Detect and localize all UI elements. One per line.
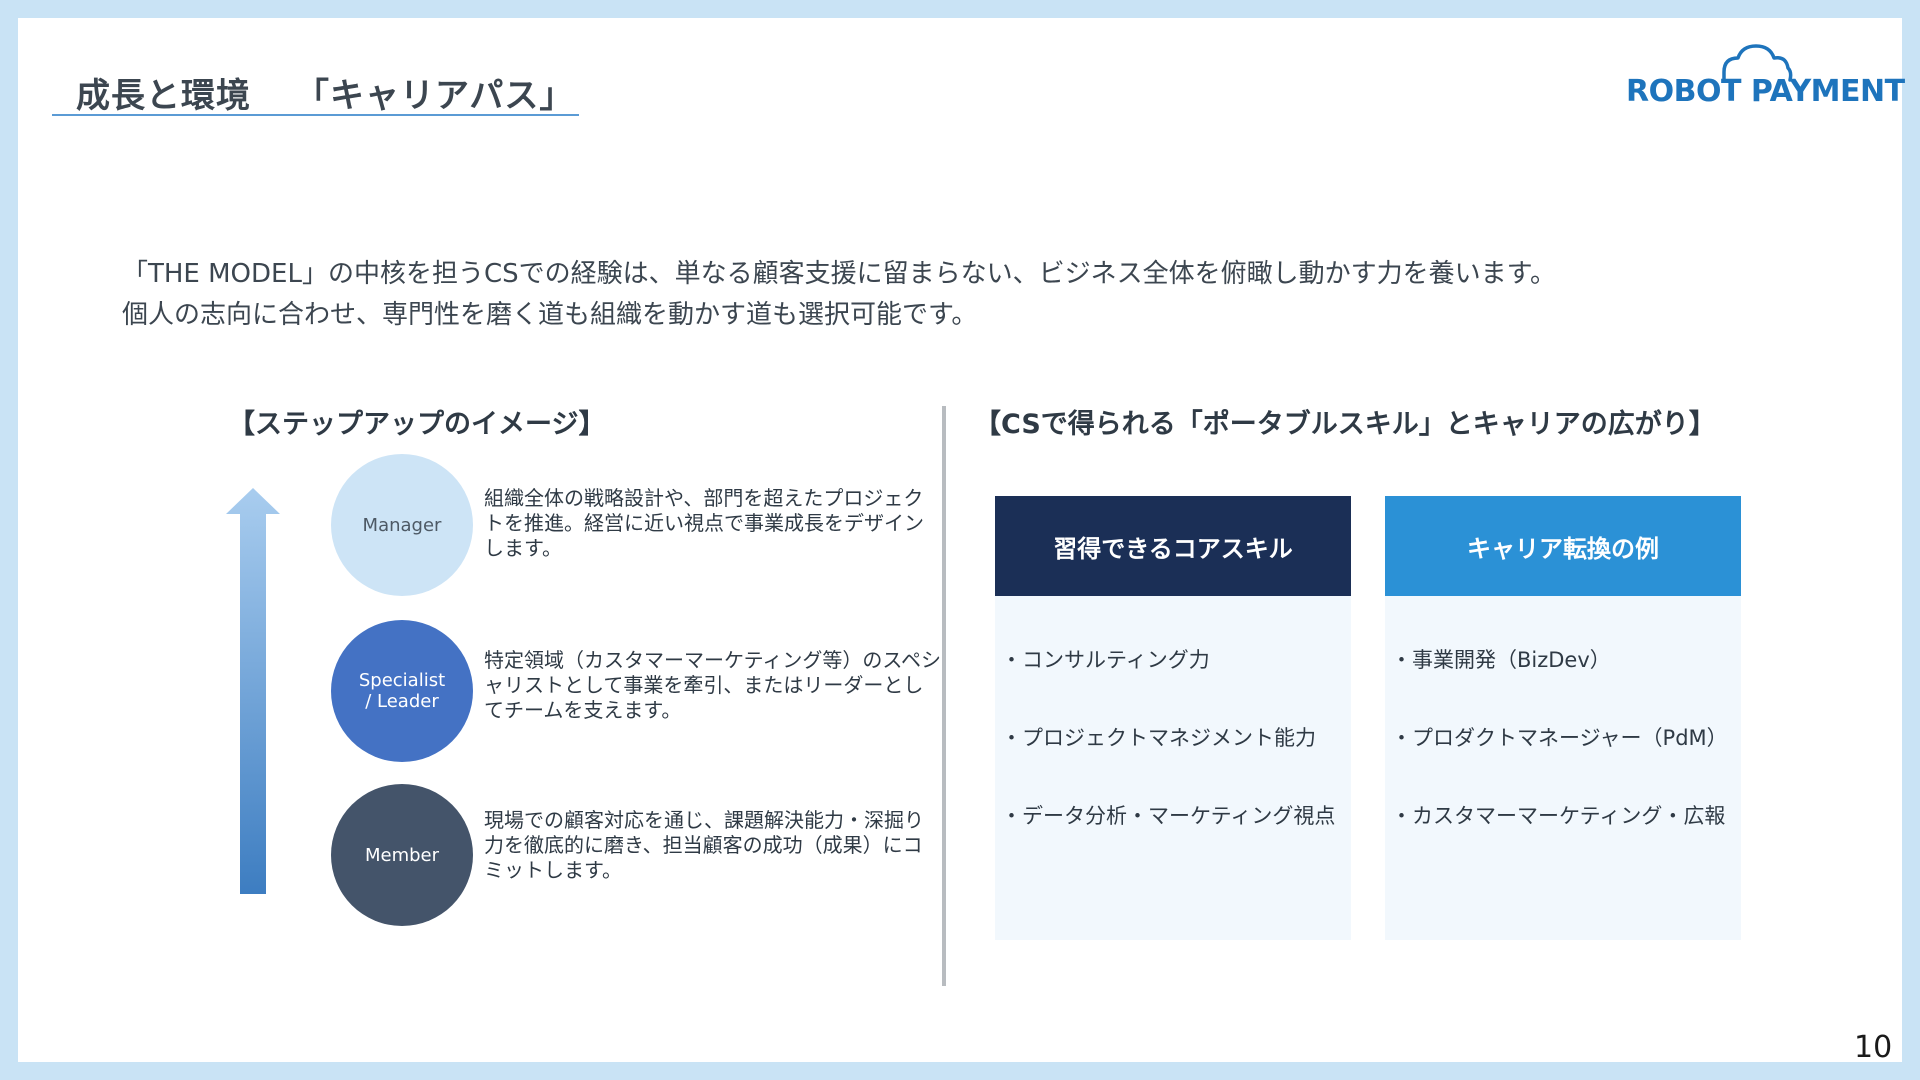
level-specialist-circle: Specialist / Leader [331,620,473,762]
level-member-circle: Member [331,784,473,926]
portable-skill-title: 【CSで得られる「ポータブルスキル」とキャリアの広がり】 [974,409,1716,440]
level-specialist-description: 特定領域（カスタマーマーケティング等）のスペシャリストとして事業を牽引、またはリ… [484,648,941,722]
core-skills-panel: 習得できるコアスキル ・コンサルティング力 ・プロジェクトマネジメント能力 ・デ… [995,496,1351,940]
career-change-header: キャリア転換の例 [1385,496,1741,596]
list-item: ・事業開発（BizDev） [1391,648,1611,672]
page-title-sub: 「キャリアパス」 [295,76,575,116]
list-item: ・コンサルティング力 [1001,648,1210,672]
core-skills-list: ・コンサルティング力 ・プロジェクトマネジメント能力 ・データ分析・マーケティン… [995,596,1351,880]
list-item: ・プロジェクトマネジメント能力 [1001,726,1316,750]
level-manager-circle: Manager [331,454,473,596]
intro-line-1: 「THE MODEL」の中核を担うCSでの経験は、単なる顧客支援に留まらない、ビ… [122,259,1557,289]
career-change-panel: キャリア転換の例 ・事業開発（BizDev） ・プロダクトマネージャー（PdM）… [1385,496,1741,940]
intro-line-2: 個人の志向に合わせ、専門性を磨く道も組織を動かす道も選択可能です。 [122,300,978,330]
core-skills-header: 習得できるコアスキル [995,496,1351,596]
step-up-title: 【ステップアップのイメージ】 [228,409,606,440]
level-member-description: 現場での顧客対応を通じ、課題解決能力・深掘り力を徹底的に磨き、担当顧客の成功（成… [484,808,924,882]
page-number: 10 [1854,1030,1893,1065]
section-divider [942,406,946,986]
list-item: ・プロダクトマネージャー（PdM） [1391,726,1728,750]
intro-text: 「THE MODEL」の中核を担うCSでの経験は、単なる顧客支援に留まらない、ビ… [122,254,1556,336]
page-title: 成長と環境 「キャリアパス」 [76,68,574,117]
level-manager-label: Manager [362,514,442,536]
career-change-list: ・事業開発（BizDev） ・プロダクトマネージャー（PdM） ・カスタマーマー… [1385,596,1741,880]
level-manager-description: 組織全体の戦略設計や、部門を超えたプロジェクトを推進。経営に近い視点で事業成長を… [484,486,924,560]
growth-arrow-icon [226,488,280,894]
company-logo: ROBOT PAYMENT [1626,28,1905,118]
slide: 成長と環境 「キャリアパス」 ROBOT PAYMENT 「THE MODEL」の… [18,18,1905,1065]
level-specialist-label-2: / Leader [365,691,439,712]
level-member-label: Member [364,844,440,866]
page-title-main: 成長と環境 [76,76,251,116]
title-underline [52,114,579,116]
logo-text: ROBOT PAYMENT [1626,74,1905,109]
list-item: ・カスタマーマーケティング・広報 [1391,804,1726,828]
level-specialist-label-1: Specialist [358,670,446,691]
list-item: ・データ分析・マーケティング視点 [1001,804,1336,828]
